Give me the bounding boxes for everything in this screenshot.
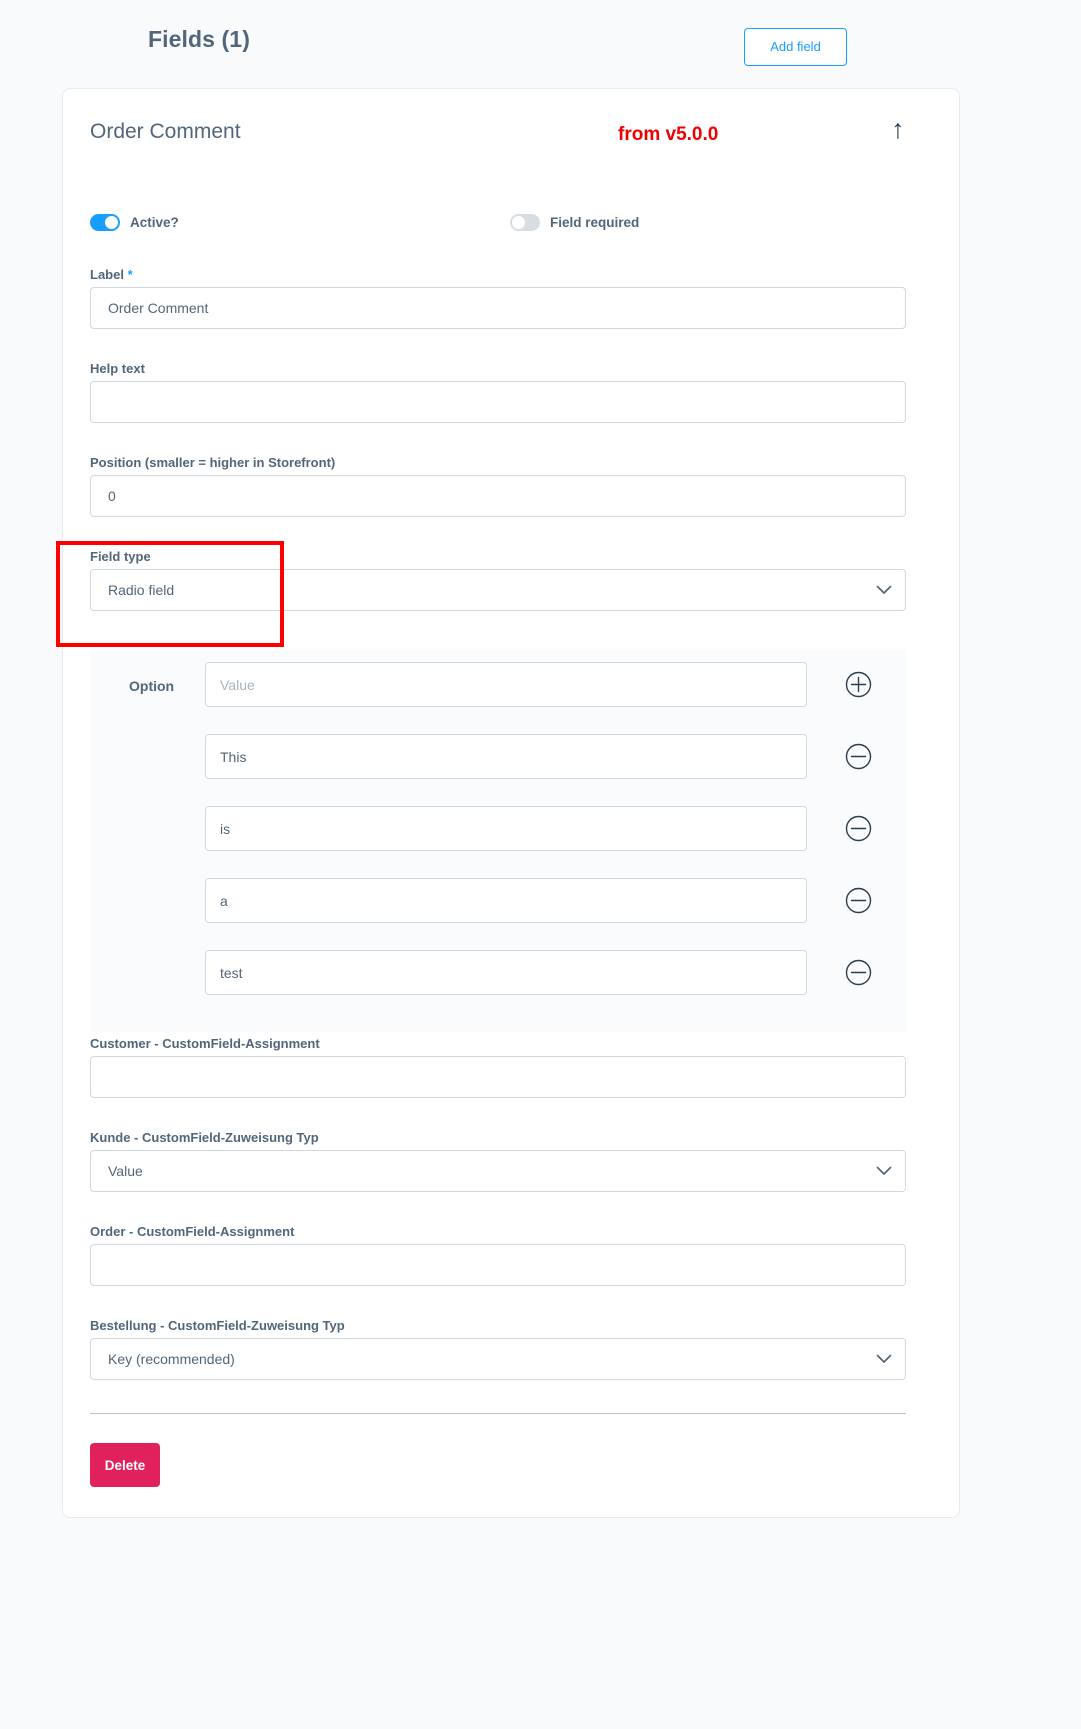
bestellung-zuweisung-typ-select[interactable]: Key (recommended)	[90, 1338, 906, 1380]
remove-option-button[interactable]	[845, 887, 872, 914]
active-toggle-switch[interactable]	[90, 214, 120, 231]
option-row	[205, 662, 905, 707]
order-assignment-label: Order - CustomField-Assignment	[90, 1224, 295, 1239]
field-type-select[interactable]: Radio field	[90, 569, 906, 611]
order-assignment-input[interactable]	[90, 1244, 906, 1286]
option-row	[205, 878, 905, 923]
page-title: Fields (1)	[148, 26, 250, 52]
customer-assignment-label: Customer - CustomField-Assignment	[90, 1036, 320, 1051]
card-divider	[90, 1413, 906, 1414]
kunde-zuweisung-typ-select-wrap[interactable]: Value	[90, 1150, 906, 1192]
help-text-input[interactable]	[90, 381, 906, 423]
option-value-input[interactable]	[205, 806, 807, 851]
remove-option-button[interactable]	[845, 959, 872, 986]
field-required-toggle-group[interactable]: Field required	[510, 214, 639, 231]
customer-assignment-input[interactable]	[90, 1056, 906, 1098]
version-annotation: from v5.0.0	[618, 124, 719, 145]
bestellung-zuweisung-typ-label: Bestellung - CustomField-Zuweisung Typ	[90, 1318, 345, 1333]
label-field-label: Label *	[90, 267, 133, 282]
option-value-input[interactable]	[205, 878, 807, 923]
option-row	[205, 950, 905, 995]
active-toggle-label: Active?	[130, 215, 179, 230]
option-row	[205, 806, 905, 851]
field-required-toggle-switch[interactable]	[510, 214, 540, 231]
required-asterisk-icon: *	[127, 267, 133, 282]
field-required-toggle-label: Field required	[550, 215, 640, 230]
active-toggle-group[interactable]: Active?	[90, 214, 179, 231]
field-type-label: Field type	[90, 549, 151, 564]
kunde-zuweisung-typ-label: Kunde - CustomField-Zuweisung Typ	[90, 1130, 319, 1145]
collapse-up-arrow-icon[interactable]: ↑	[883, 111, 913, 147]
option-label: Option	[129, 678, 175, 694]
label-input[interactable]	[90, 287, 906, 329]
remove-option-button[interactable]	[845, 743, 872, 770]
toggle-knob-icon	[512, 216, 525, 229]
option-value-input[interactable]	[205, 662, 807, 707]
remove-option-button[interactable]	[845, 815, 872, 842]
field-card: Order Comment from v5.0.0 ↑ Active? Fiel…	[56, 88, 960, 1518]
label-field-label-text: Label	[90, 267, 124, 282]
kunde-zuweisung-typ-select[interactable]: Value	[90, 1150, 906, 1192]
add-field-button[interactable]: Add field	[744, 28, 847, 66]
page-header: Fields (1) Add field	[0, 0, 1081, 88]
option-value-input[interactable]	[205, 734, 807, 779]
bestellung-zuweisung-typ-select-wrap[interactable]: Key (recommended)	[90, 1338, 906, 1380]
option-row	[205, 734, 905, 779]
delete-button[interactable]: Delete	[90, 1443, 160, 1487]
option-value-input[interactable]	[205, 950, 807, 995]
position-label: Position (smaller = higher in Storefront…	[90, 455, 336, 470]
toggle-row: Active? Field required	[90, 214, 930, 238]
help-text-label: Help text	[90, 361, 145, 376]
toggle-knob-icon	[105, 216, 118, 229]
fields-configuration-page: Fields (1) Add field Order Comment from …	[0, 0, 1081, 1729]
position-input[interactable]	[90, 475, 906, 517]
field-card-title: Order Comment	[90, 120, 241, 143]
add-option-button[interactable]	[845, 671, 872, 698]
field-type-select-wrap[interactable]: Radio field	[90, 569, 906, 611]
options-panel: Option	[90, 650, 906, 1032]
